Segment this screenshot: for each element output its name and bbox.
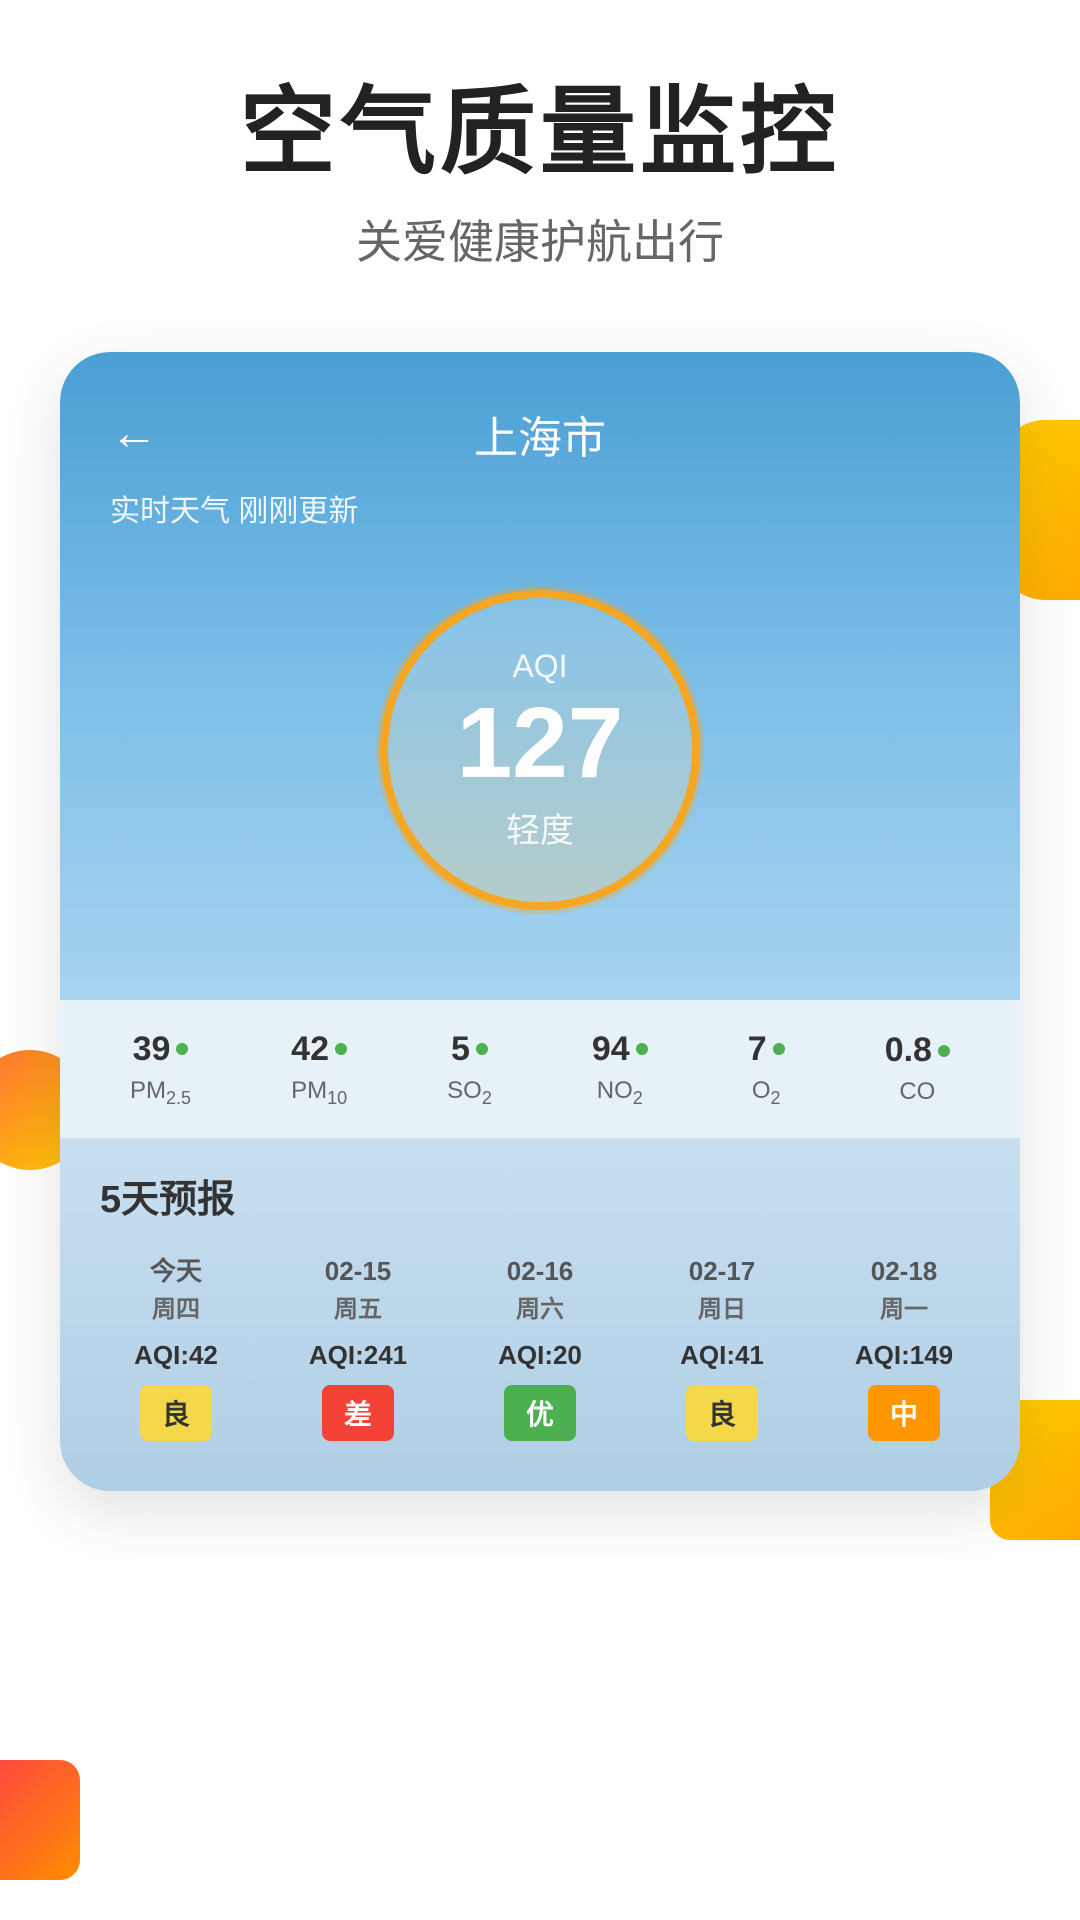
pollutant-o2: 7 O2: [748, 1030, 785, 1109]
pollutant-pm25-dot: [176, 1043, 188, 1055]
forecast-badge-2: 优: [504, 1385, 576, 1441]
pollutant-pm10-name: PM10: [291, 1077, 347, 1109]
pollutant-co-dot: [938, 1045, 950, 1057]
pollutant-so2-value: 5: [451, 1030, 470, 1069]
weather-info: 实时天气 刚刚更新: [60, 476, 1020, 550]
pollutant-no2: 94 NO2: [592, 1030, 648, 1109]
pollutant-so2: 5 SO2: [447, 1030, 492, 1109]
forecast-aqi-2: AQI:20: [498, 1340, 582, 1371]
app-title: 空气质量监控: [60, 80, 1020, 186]
back-button[interactable]: ←: [110, 406, 158, 461]
forecast-badge-1: 差: [322, 1385, 394, 1441]
aqi-level: 轻度: [506, 803, 574, 852]
pollutant-so2-name: SO2: [447, 1077, 492, 1109]
aqi-label: AQI: [512, 648, 567, 685]
top-bar: ← 上海市: [60, 352, 1020, 476]
app-subtitle: 关爱健康护航出行: [60, 206, 1020, 272]
forecast-aqi-3: AQI:41: [680, 1340, 764, 1371]
pollutant-no2-value: 94: [592, 1030, 630, 1069]
forecast-badge-0: 良: [140, 1385, 212, 1441]
pollutant-o2-name: O2: [752, 1077, 781, 1109]
pollutant-pm25: 39 PM2.5: [130, 1030, 191, 1109]
forecast-day-3: 02-17周日 AQI:41 良: [636, 1253, 808, 1441]
forecast-date-2: 02-16周六: [507, 1253, 574, 1326]
aqi-circle-container: AQI 127 轻度: [60, 550, 1020, 970]
forecast-title: 5天预报: [90, 1168, 990, 1223]
deco-rect-red-bottom-left: [0, 1760, 80, 1880]
pollutant-pm25-value: 39: [133, 1030, 171, 1069]
pollutant-no2-name: NO2: [597, 1077, 643, 1109]
forecast-badge-3: 良: [686, 1385, 758, 1441]
forecast-grid: 今天周四 AQI:42 良 02-15周五 AQI:241 差 02-16周六 …: [90, 1253, 990, 1441]
forecast-badge-4: 中: [868, 1385, 940, 1441]
pollutant-co-name: CO: [899, 1078, 935, 1106]
pollutant-pm10: 42 PM10: [291, 1030, 347, 1109]
pollutant-pm25-name: PM2.5: [130, 1077, 191, 1109]
pollutant-co: 0.8 CO: [885, 1031, 950, 1106]
forecast-aqi-0: AQI:42: [134, 1340, 218, 1371]
forecast-date-3: 02-17周日: [689, 1253, 756, 1326]
pollutant-pm10-value: 42: [291, 1030, 329, 1069]
pollutant-o2-value: 7: [748, 1030, 767, 1069]
forecast-date-0: 今天周四: [150, 1253, 202, 1326]
forecast-section: 5天预报 今天周四 AQI:42 良 02-15周五 AQI:241 差 02-…: [60, 1138, 1020, 1491]
header-section: 空气质量监控 关爱健康护航出行: [0, 0, 1080, 312]
forecast-aqi-1: AQI:241: [309, 1340, 407, 1371]
pollutant-pm10-dot: [335, 1043, 347, 1055]
city-name: 上海市: [474, 402, 606, 466]
pollutant-so2-dot: [476, 1043, 488, 1055]
forecast-day-4: 02-18周一 AQI:149 中: [818, 1253, 990, 1441]
pollutant-no2-dot: [636, 1043, 648, 1055]
phone-card: ← 上海市 实时天气 刚刚更新 AQI 127 轻度 39 PM2.5 42: [60, 352, 1020, 1492]
forecast-day-2: 02-16周六 AQI:20 优: [454, 1253, 626, 1441]
forecast-aqi-4: AQI:149: [855, 1340, 953, 1371]
sky-section: ← 上海市 实时天气 刚刚更新 AQI 127 轻度: [60, 352, 1020, 1000]
aqi-circle: AQI 127 轻度: [380, 590, 700, 910]
pollutant-co-value: 0.8: [885, 1031, 932, 1070]
aqi-value: 127: [457, 693, 624, 793]
pollutants-bar: 39 PM2.5 42 PM10 5 SO2 94 NO2: [60, 1000, 1020, 1139]
forecast-date-1: 02-15周五: [325, 1253, 392, 1326]
forecast-day-1: 02-15周五 AQI:241 差: [272, 1253, 444, 1441]
forecast-date-4: 02-18周一: [871, 1253, 938, 1326]
forecast-day-0: 今天周四 AQI:42 良: [90, 1253, 262, 1441]
pollutant-o2-dot: [773, 1043, 785, 1055]
